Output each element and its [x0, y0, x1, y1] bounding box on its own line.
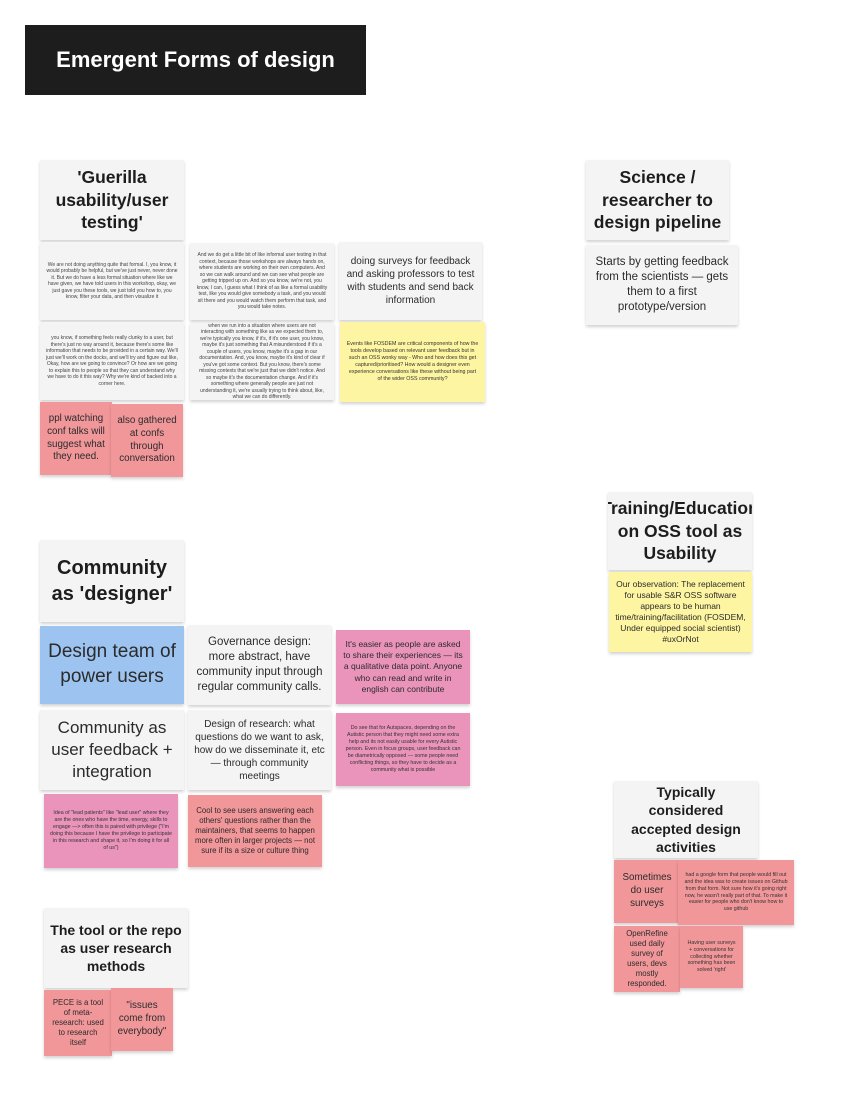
guerilla-note-8-text: also gathered at confs through conversat… [117, 415, 177, 465]
community-note-1[interactable]: Design team of power users [40, 626, 184, 704]
guerilla-note-5-text: when we run into a situation where users… [199, 323, 325, 400]
community-note-6-text: Do see that for Autspaces, depending on … [345, 725, 461, 773]
community-section-title[interactable]: Community as 'designer' [40, 540, 184, 622]
community-note-4-text: Community as user feedback + integration [51, 717, 173, 782]
community-note-3-text: It's easier as people are asked to share… [343, 639, 463, 694]
guerilla-note-4[interactable]: you know, if something feels really clun… [40, 322, 184, 400]
guerilla-note-7[interactable]: ppl watching conf talks will suggest wha… [40, 402, 112, 475]
typical-note-3-text: OpenRefine used daily survey of users, d… [626, 928, 668, 989]
typical-note-4-text: Having user surveys + conversations for … [687, 939, 736, 974]
guerilla-section-title[interactable]: 'Guerilla usability/user testing' [40, 160, 184, 240]
science-section-title[interactable]: Science / researcher to design pipeline [586, 160, 729, 240]
community-note-7[interactable]: Idea of "lead patients" like "lead user"… [44, 794, 178, 868]
guerilla-note-6-text: Events like FOSDEM are critical componen… [346, 341, 479, 382]
tool-note-1-text: PECE is a tool of meta-research: used to… [52, 997, 104, 1048]
community-note-7-text: Idea of "lead patients" like "lead user"… [50, 810, 172, 851]
board-title: Emergent Forms of design [56, 47, 335, 72]
community-note-3[interactable]: It's easier as people are asked to share… [336, 630, 470, 704]
community-note-5[interactable]: Design of research: what questions do we… [188, 710, 331, 790]
training-title: Training/Education on OSS tool as Usabil… [608, 497, 752, 564]
guerilla-note-2-text: And we do get a little bit of like infor… [196, 252, 328, 311]
guerilla-note-4-text: you know, if something feels really clun… [46, 335, 178, 387]
science-note-1[interactable]: Starts by getting feedback from the scie… [586, 245, 738, 325]
community-note-2[interactable]: Governance design: more abstract, have c… [188, 625, 331, 705]
training-note-1-text: Our observation: The replacement for usa… [615, 578, 746, 645]
tool-title: The tool or the repo as user research me… [50, 921, 182, 975]
typical-note-2-text: had a google form that people would fill… [684, 871, 788, 913]
community-note-8-text: Cool to see users answering each others'… [194, 805, 316, 856]
guerilla-note-3[interactable]: doing surveys for feedback and asking pr… [339, 242, 482, 320]
board-title-banner[interactable]: Emergent Forms of design [25, 25, 366, 95]
training-note-1[interactable]: Our observation: The replacement for usa… [609, 572, 752, 652]
tool-note-2-text: "issues come from everybody" [117, 1000, 167, 1037]
community-note-1-text: Design team of power users [48, 641, 176, 687]
guerilla-note-7-text: ppl watching conf talks will suggest wha… [47, 413, 105, 463]
typical-note-2[interactable]: had a google form that people would fill… [678, 860, 794, 925]
science-note-1-text: Starts by getting feedback from the scie… [595, 256, 729, 313]
guerilla-note-1[interactable]: We are not doing anything quite that for… [40, 242, 184, 320]
community-note-6[interactable]: Do see that for Autspaces, depending on … [336, 713, 470, 786]
tool-note-1[interactable]: PECE is a tool of meta-research: used to… [44, 990, 112, 1056]
community-note-2-text: Governance design: more abstract, have c… [196, 636, 323, 693]
training-section-title[interactable]: Training/Education on OSS tool as Usabil… [608, 492, 752, 570]
guerilla-note-1-text: We are not doing anything quite that for… [46, 261, 178, 301]
tool-note-2[interactable]: "issues come from everybody" [111, 988, 173, 1051]
typical-note-1-text: Sometimes do user surveys [622, 872, 672, 909]
typical-note-3[interactable]: OpenRefine used daily survey of users, d… [614, 926, 680, 992]
guerilla-note-5[interactable]: when we run into a situation where users… [190, 323, 334, 400]
typical-title: Typically considered accepted design act… [631, 784, 741, 855]
typical-note-1[interactable]: Sometimes do user surveys [614, 860, 680, 923]
guerilla-note-2[interactable]: And we do get a little bit of like infor… [190, 243, 334, 320]
guerilla-note-8[interactable]: also gathered at confs through conversat… [111, 404, 183, 477]
community-note-4[interactable]: Community as user feedback + integration [40, 710, 184, 790]
guerilla-title: 'Guerilla usability/user testing' [55, 166, 169, 233]
tool-section-title[interactable]: The tool or the repo as user research me… [44, 908, 188, 988]
community-note-8[interactable]: Cool to see users answering each others'… [188, 795, 322, 867]
science-title: Science / researcher to design pipeline [593, 166, 722, 233]
typical-section-title[interactable]: Typically considered accepted design act… [614, 781, 758, 858]
guerilla-note-6[interactable]: Events like FOSDEM are critical componen… [340, 322, 485, 402]
community-title: Community as 'designer' [51, 557, 173, 605]
community-note-5-text: Design of research: what questions do we… [194, 718, 325, 782]
typical-note-4[interactable]: Having user surveys + conversations for … [680, 926, 743, 988]
guerilla-note-3-text: doing surveys for feedback and asking pr… [346, 256, 475, 306]
